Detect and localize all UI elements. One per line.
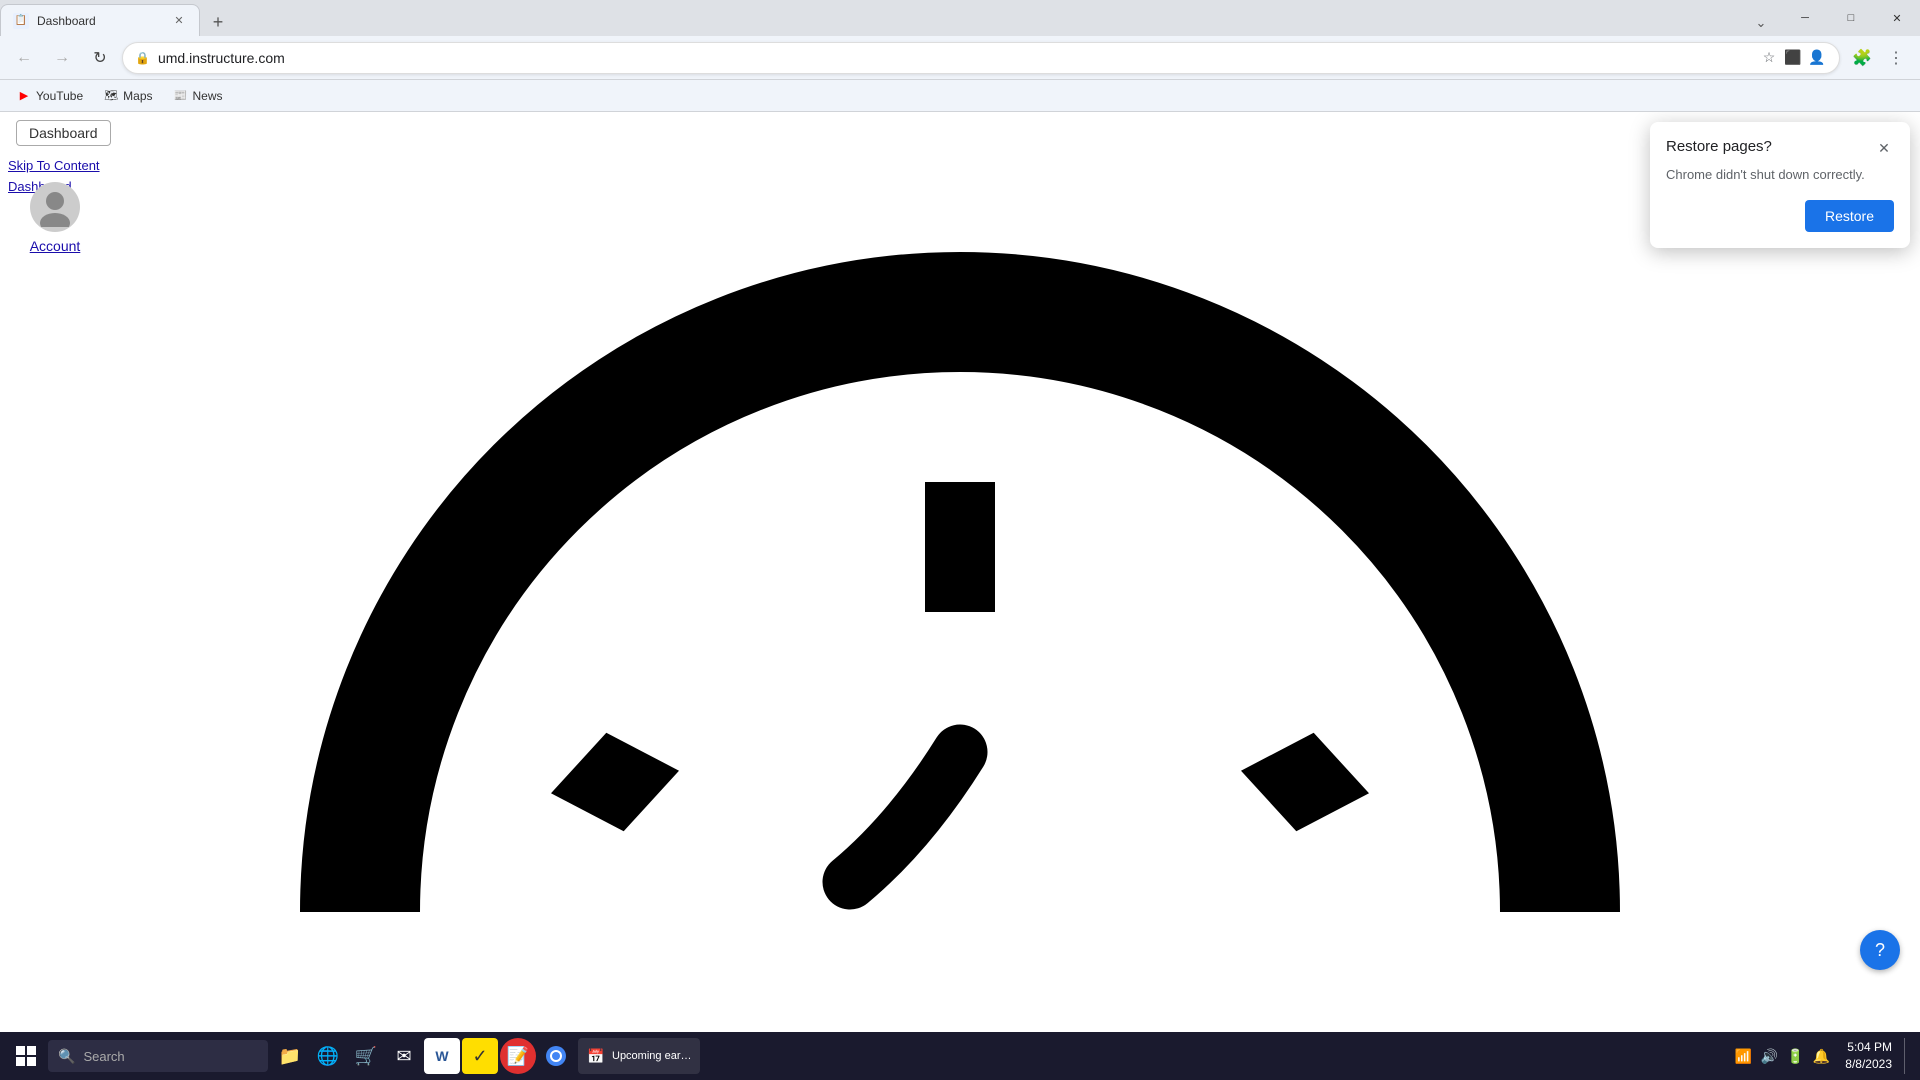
bookmarks-bar: ▶ YouTube 🗺 Maps 📰 News xyxy=(0,80,1920,112)
tab-bar-inner: 📋 Dashboard ✕ + xyxy=(0,0,232,36)
url-display: umd.instructure.com xyxy=(158,50,1751,66)
restore-title: Restore pages? xyxy=(1666,138,1772,155)
upcoming-earnings-label: Upcoming earnings xyxy=(612,1050,692,1062)
help-button[interactable]: ? xyxy=(1860,930,1900,970)
taskbar-store[interactable]: 🛒 xyxy=(348,1038,384,1074)
sidebar-account: Account xyxy=(0,172,110,264)
show-desktop-button[interactable] xyxy=(1904,1038,1912,1074)
extensions-button[interactable]: 🧩 xyxy=(1846,42,1878,74)
address-bar-row: ← → ↻ 🔒 umd.instructure.com ☆ ⬛ 👤 🧩 ⋮ xyxy=(0,36,1920,80)
bookmark-star-icon[interactable]: ☆ xyxy=(1759,48,1779,68)
tab-close-button[interactable]: ✕ xyxy=(171,13,187,29)
news-icon: 📰 xyxy=(173,88,189,104)
taskbar-checklist[interactable]: ✓ xyxy=(462,1038,498,1074)
taskbar-time: 5:04 PM xyxy=(1845,1039,1892,1056)
taskbar-volume-icon[interactable]: 🔊 xyxy=(1757,1044,1781,1068)
restore-close-button[interactable]: ✕ xyxy=(1874,138,1894,158)
taskbar: 🔍 Search 📁 🌐 🛒 ✉ W ✓ 📝 📅 Upcoming earnin… xyxy=(0,1032,1920,1080)
tab-favicon-icon: 📋 xyxy=(15,15,27,26)
browser-frame: 📋 Dashboard ✕ + ⌄ ─ □ ✕ ← → ↻ 🔒 umd.inst… xyxy=(0,0,1920,1080)
taskbar-chrome[interactable] xyxy=(538,1038,574,1074)
tab-title: Dashboard xyxy=(37,14,163,28)
page-content: Dashboard Skip To Content Dashboard Acco… xyxy=(0,112,1920,1080)
restore-button[interactable]: Restore xyxy=(1805,200,1894,232)
bookmark-maps[interactable]: 🗺 Maps xyxy=(95,84,160,108)
bookmark-news-label: News xyxy=(193,89,223,103)
account-avatar[interactable] xyxy=(30,182,80,232)
lock-icon: 🔒 xyxy=(135,51,150,65)
new-tab-button[interactable]: + xyxy=(204,8,232,36)
taskbar-clock[interactable]: 5:04 PM 8/8/2023 xyxy=(1837,1039,1900,1073)
tab-bar-right: ⌄ xyxy=(1748,10,1782,36)
restore-description: Chrome didn't shut down correctly. xyxy=(1666,166,1894,184)
extension-icon[interactable]: ⬛ xyxy=(1783,48,1803,68)
taskbar-edge[interactable]: 🌐 xyxy=(310,1038,346,1074)
close-button[interactable]: ✕ xyxy=(1874,0,1920,36)
taskbar-notification-area: 📶 🔊 🔋 🔔 xyxy=(1731,1044,1833,1068)
taskbar-upcoming-earnings[interactable]: 📅 Upcoming earnings xyxy=(578,1038,700,1074)
restore-popup-header: Restore pages? ✕ xyxy=(1666,138,1894,158)
window-controls: ─ □ ✕ xyxy=(1782,0,1920,36)
omnibox[interactable]: 🔒 umd.instructure.com ☆ ⬛ 👤 xyxy=(122,42,1840,74)
taskbar-network-icon[interactable]: 📶 xyxy=(1731,1044,1755,1068)
omnibox-icons: ☆ ⬛ 👤 xyxy=(1759,48,1827,68)
upcoming-earnings-icon: 📅 xyxy=(586,1046,606,1066)
taskbar-search-icon: 🔍 xyxy=(58,1048,75,1065)
youtube-icon: ▶ xyxy=(16,88,32,104)
active-tab[interactable]: 📋 Dashboard ✕ xyxy=(0,4,200,36)
taskbar-battery-icon[interactable]: 🔋 xyxy=(1783,1044,1807,1068)
taskbar-word[interactable]: W xyxy=(424,1038,460,1074)
gauge-svg xyxy=(260,162,1660,962)
minimize-button[interactable]: ─ xyxy=(1782,0,1828,36)
profile-icon[interactable]: 👤 xyxy=(1807,48,1827,68)
more-menu-button[interactable]: ⋮ xyxy=(1880,42,1912,74)
maps-icon: 🗺 xyxy=(103,88,119,104)
reload-button[interactable]: ↻ xyxy=(84,42,116,74)
bookmark-news[interactable]: 📰 News xyxy=(165,84,231,108)
taskbar-mail[interactable]: ✉ xyxy=(386,1038,422,1074)
account-avatar-icon xyxy=(35,187,75,227)
tab-bar: 📋 Dashboard ✕ + ⌄ ─ □ ✕ xyxy=(0,0,1920,36)
tab-search-button[interactable]: ⌄ xyxy=(1748,10,1774,36)
taskbar-file-explorer[interactable]: 📁 xyxy=(272,1038,308,1074)
toolbar-icons: 🧩 ⋮ xyxy=(1846,42,1912,74)
maximize-button[interactable]: □ xyxy=(1828,0,1874,36)
tab-favicon: 📋 xyxy=(13,13,29,29)
canvas-header: Dashboard xyxy=(0,112,1920,154)
dashboard-button[interactable]: Dashboard xyxy=(16,120,111,146)
taskbar-date: 8/8/2023 xyxy=(1845,1056,1892,1073)
bookmark-youtube-label: YouTube xyxy=(36,89,83,103)
restore-popup: Restore pages? ✕ Chrome didn't shut down… xyxy=(1650,122,1910,248)
back-button[interactable]: ← xyxy=(8,42,40,74)
forward-button[interactable]: → xyxy=(46,42,78,74)
taskbar-search[interactable]: 🔍 Search xyxy=(48,1040,268,1072)
account-label[interactable]: Account xyxy=(30,238,81,254)
taskbar-search-text: Search xyxy=(83,1049,124,1064)
bookmark-maps-label: Maps xyxy=(123,89,152,103)
windows-logo xyxy=(16,1046,36,1066)
taskbar-notification-icon[interactable]: 🔔 xyxy=(1809,1044,1833,1068)
taskbar-pinned-icons: 📁 🌐 🛒 ✉ W ✓ 📝 xyxy=(272,1038,574,1074)
start-button[interactable] xyxy=(8,1038,44,1074)
bookmark-youtube[interactable]: ▶ YouTube xyxy=(8,84,91,108)
taskbar-notes-red[interactable]: 📝 xyxy=(500,1038,536,1074)
clock-graphic xyxy=(260,162,1660,962)
